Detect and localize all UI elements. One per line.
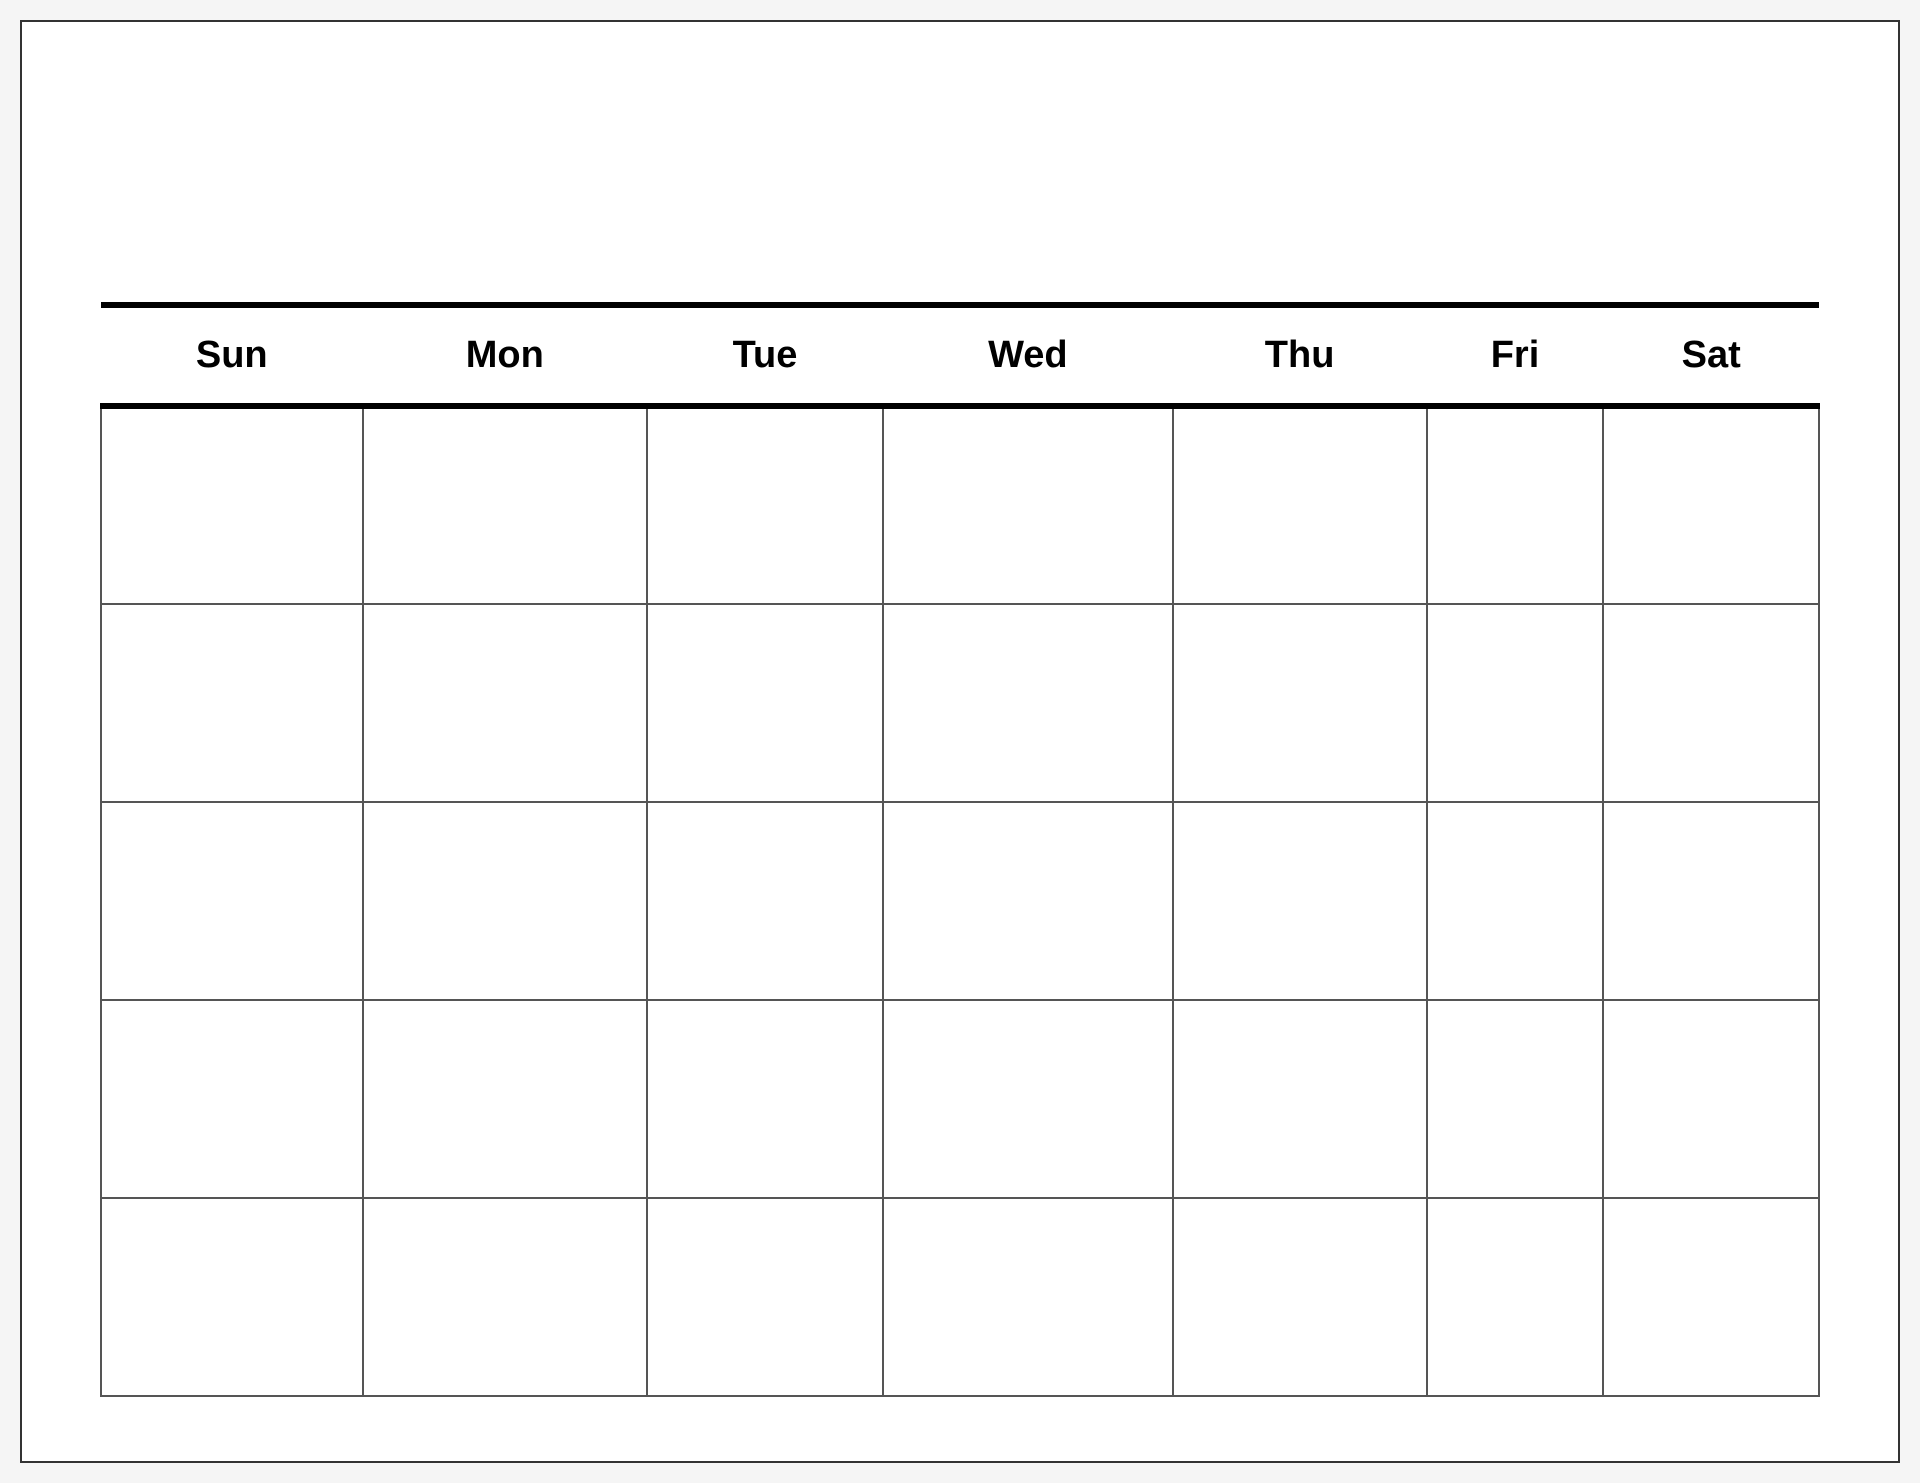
calendar-week-row: [101, 406, 1819, 604]
calendar-day-cell: [647, 604, 883, 802]
calendar-day-cell: [101, 1000, 363, 1198]
calendar-day-cell: [1427, 1000, 1604, 1198]
calendar-body: [101, 406, 1819, 1396]
calendar-table: Sun Mon Tue Wed Thu Fri Sat: [100, 302, 1820, 1397]
calendar-day-cell: [883, 1000, 1173, 1198]
day-header-thu: Thu: [1173, 305, 1427, 406]
calendar-day-cell: [101, 802, 363, 1000]
day-header-mon: Mon: [363, 305, 648, 406]
calendar-day-cell: [1603, 406, 1819, 604]
calendar-day-cell: [1427, 1198, 1604, 1396]
calendar-day-cell: [1603, 802, 1819, 1000]
day-header-sat: Sat: [1603, 305, 1819, 406]
calendar-day-cell: [647, 1000, 883, 1198]
calendar-day-cell: [1427, 406, 1604, 604]
calendar-week-row: [101, 604, 1819, 802]
calendar-day-cell: [1603, 604, 1819, 802]
calendar-day-cell: [363, 1000, 648, 1198]
day-header-tue: Tue: [647, 305, 883, 406]
calendar-day-cell: [363, 802, 648, 1000]
calendar-day-cell: [1173, 802, 1427, 1000]
calendar-week-row: [101, 802, 1819, 1000]
calendar-header-row: Sun Mon Tue Wed Thu Fri Sat: [101, 305, 1819, 406]
calendar-day-cell: [883, 1198, 1173, 1396]
calendar-day-cell: [1427, 604, 1604, 802]
calendar-day-cell: [1603, 1198, 1819, 1396]
calendar-week-row: [101, 1198, 1819, 1396]
calendar-day-cell: [647, 406, 883, 604]
calendar-day-cell: [101, 604, 363, 802]
calendar-day-cell: [1173, 406, 1427, 604]
calendar-week-row: [101, 1000, 1819, 1198]
day-header-fri: Fri: [1427, 305, 1604, 406]
calendar-day-cell: [883, 604, 1173, 802]
day-header-wed: Wed: [883, 305, 1173, 406]
calendar-day-cell: [1173, 604, 1427, 802]
calendar-day-cell: [883, 802, 1173, 1000]
calendar-day-cell: [363, 604, 648, 802]
calendar-day-cell: [101, 1198, 363, 1396]
calendar-day-cell: [1427, 802, 1604, 1000]
calendar-day-cell: [363, 1198, 648, 1396]
calendar-day-cell: [647, 1198, 883, 1396]
calendar-day-cell: [1603, 1000, 1819, 1198]
calendar-day-cell: [1173, 1198, 1427, 1396]
calendar-day-cell: [883, 406, 1173, 604]
calendar-container: Sun Mon Tue Wed Thu Fri Sat: [100, 302, 1820, 1397]
calendar-day-cell: [363, 406, 648, 604]
day-header-sun: Sun: [101, 305, 363, 406]
calendar-day-cell: [1173, 1000, 1427, 1198]
calendar-day-cell: [101, 406, 363, 604]
calendar-day-cell: [647, 802, 883, 1000]
document-page: Sun Mon Tue Wed Thu Fri Sat: [20, 20, 1900, 1463]
